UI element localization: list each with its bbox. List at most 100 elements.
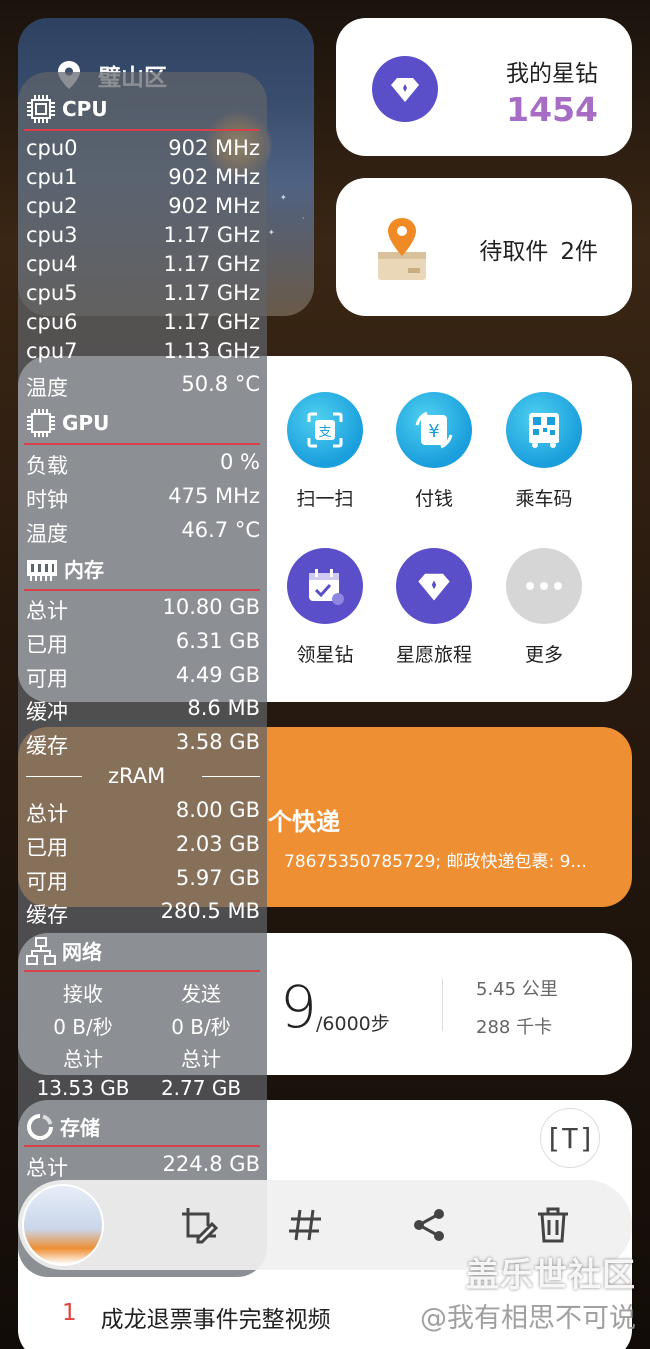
pickup-label: 待取件 (479, 239, 549, 265)
system-monitor-overlay[interactable]: CPU cpu0 902 MHz cpu1 902 MHz cpu2 902 MHz … (18, 72, 267, 1277)
gpu-clock-row: 时钟 475 MHz (26, 484, 260, 514)
cpu-core-row: cpu1 902 MHz (26, 165, 260, 189)
cpu-core-row: cpu2 902 MHz (26, 194, 260, 218)
gpu-clock-label: 时钟 (26, 488, 68, 512)
section-divider (24, 443, 260, 445)
svg-text:¥: ¥ (428, 421, 439, 442)
memory-label: 总计 (26, 599, 68, 623)
section-divider (24, 129, 260, 131)
gpu-load-row: 负载 0 % (26, 450, 260, 480)
cpu-temp-row: 温度 50.8 °C (26, 372, 260, 402)
zram-divider-left (26, 776, 82, 777)
news-headline: 成龙退票事件完整视频 (100, 1307, 331, 1333)
steps-divider (442, 979, 443, 1031)
points-title: 我的星钻 (506, 61, 598, 87)
storage-label: 总计 (26, 1156, 68, 1180)
network-recv-total: 13.53 GB (36, 1076, 130, 1100)
quick-action-label: 扫一扫 (296, 488, 354, 510)
gpu-temp-row: 温度 46.7 °C (26, 518, 260, 548)
network-send-rate: 0 B/秒 (171, 1015, 231, 1039)
parcel-location-icon (378, 218, 426, 280)
author-watermark: @我有相思不可说 (420, 1303, 636, 1334)
cpu-core-freq: 1.17 GHz (163, 281, 260, 305)
quick-action-label: 乘车码 (515, 488, 573, 510)
quick-action-label: 更多 (524, 644, 563, 666)
cpu-core-row: cpu0 902 MHz (26, 136, 260, 160)
gpu-section-header: GPU (26, 408, 109, 438)
text-extract-icon: [T] (544, 1121, 596, 1155)
cpu-core-name: cpu6 (26, 310, 78, 334)
cpu-core-freq: 1.17 GHz (163, 310, 260, 334)
memory-title: 内存 (64, 558, 104, 582)
svg-text:支: 支 (318, 425, 331, 440)
points-card[interactable]: 我的星钻 1454 (336, 18, 632, 156)
edit-crop-icon[interactable] (176, 1202, 222, 1248)
quick-action-label: 星愿旅程 (395, 644, 472, 666)
section-divider (24, 1145, 260, 1147)
gpu-temp-value: 46.7 °C (181, 518, 260, 542)
quick-action-wish-journey[interactable]: 星愿旅程 (384, 548, 484, 667)
news-rank: 1 (62, 1300, 77, 1326)
cpu-core-freq: 1.13 GHz (163, 339, 260, 363)
quick-action-label: 领星钻 (296, 644, 354, 666)
network-icon (26, 936, 56, 965)
gpu-load-value: 0 % (220, 450, 260, 474)
cpu-core-name: cpu0 (26, 136, 78, 160)
quick-action-more[interactable]: 更多 (494, 548, 594, 667)
steps-count: 9 (280, 973, 317, 1041)
zram-divider-right (202, 776, 260, 777)
screenshot-thumbnail[interactable] (22, 1184, 104, 1266)
section-divider (24, 970, 260, 972)
calendar-gift-icon (287, 548, 363, 624)
cpu-core-freq: 902 MHz (168, 194, 260, 218)
network-recv-label: 接收 (63, 982, 103, 1006)
brand-watermark: 盖乐世社区 (466, 1255, 636, 1294)
memory-label: 缓存 (26, 734, 68, 758)
cpu-core-freq: 1.17 GHz (163, 252, 260, 276)
memory-row: 缓冲 8.6 MB (26, 696, 260, 726)
text-extract-button[interactable]: [T] (540, 1108, 600, 1168)
cpu-temp-value: 50.8 °C (181, 372, 260, 396)
network-send-total-label: 总计 (181, 1047, 221, 1071)
cpu-core-name: cpu4 (26, 252, 78, 276)
storage-section-header: 存储 (26, 1112, 100, 1141)
network-section-header: 网络 (26, 936, 102, 965)
express-subtitle: 78675350785729; 邮政快递包裹: 9... (284, 852, 587, 872)
gpu-clock-value: 475 MHz (168, 484, 260, 508)
memory-value: 4.49 GB (175, 663, 260, 687)
gpu-chip-icon (27, 409, 55, 437)
quick-action-scan[interactable]: 支 扫一扫 (275, 392, 375, 511)
pickup-count: 2件 (560, 239, 598, 265)
section-divider (24, 589, 260, 591)
zram-row: 已用 2.03 GB (26, 832, 260, 862)
diamond-icon (396, 548, 472, 624)
hashtag-icon[interactable] (282, 1202, 328, 1248)
zram-value: 2.03 GB (175, 832, 260, 856)
memory-value: 6.31 GB (175, 629, 260, 653)
share-icon[interactable] (406, 1202, 452, 1248)
zram-label: 总计 (26, 802, 68, 826)
storage-icon (27, 1113, 53, 1140)
zram-label: 缓存 (26, 903, 68, 927)
cpu-core-name: cpu7 (26, 339, 78, 363)
memory-value: 10.80 GB (162, 595, 260, 619)
scan-icon: 支 (287, 392, 363, 468)
cpu-core-name: cpu3 (26, 223, 78, 247)
cpu-core-row: cpu4 1.17 GHz (26, 252, 260, 276)
quick-action-claim-points[interactable]: 领星钻 (275, 548, 375, 667)
quick-action-pay[interactable]: ¥ 付钱 (384, 392, 484, 511)
cpu-section-header: CPU (26, 94, 108, 124)
pickup-card[interactable]: 待取件 2件 (336, 178, 632, 316)
cpu-chip-icon (27, 95, 55, 123)
steps-calories: 288 千卡 (476, 1017, 553, 1038)
news-list-item[interactable]: 1 成龙退票事件完整视频 (62, 1300, 331, 1334)
memory-value: 8.6 MB (187, 696, 260, 720)
cpu-core-freq: 1.17 GHz (163, 223, 260, 247)
network-send-total: 2.77 GB (160, 1076, 242, 1100)
cpu-core-row: cpu6 1.17 GHz (26, 310, 260, 334)
quick-action-bus-code[interactable]: 乘车码 (494, 392, 594, 511)
memory-label: 已用 (26, 633, 68, 657)
cpu-core-freq: 902 MHz (168, 136, 260, 160)
delete-icon[interactable] (530, 1202, 576, 1248)
storage-title: 存储 (60, 1116, 100, 1140)
